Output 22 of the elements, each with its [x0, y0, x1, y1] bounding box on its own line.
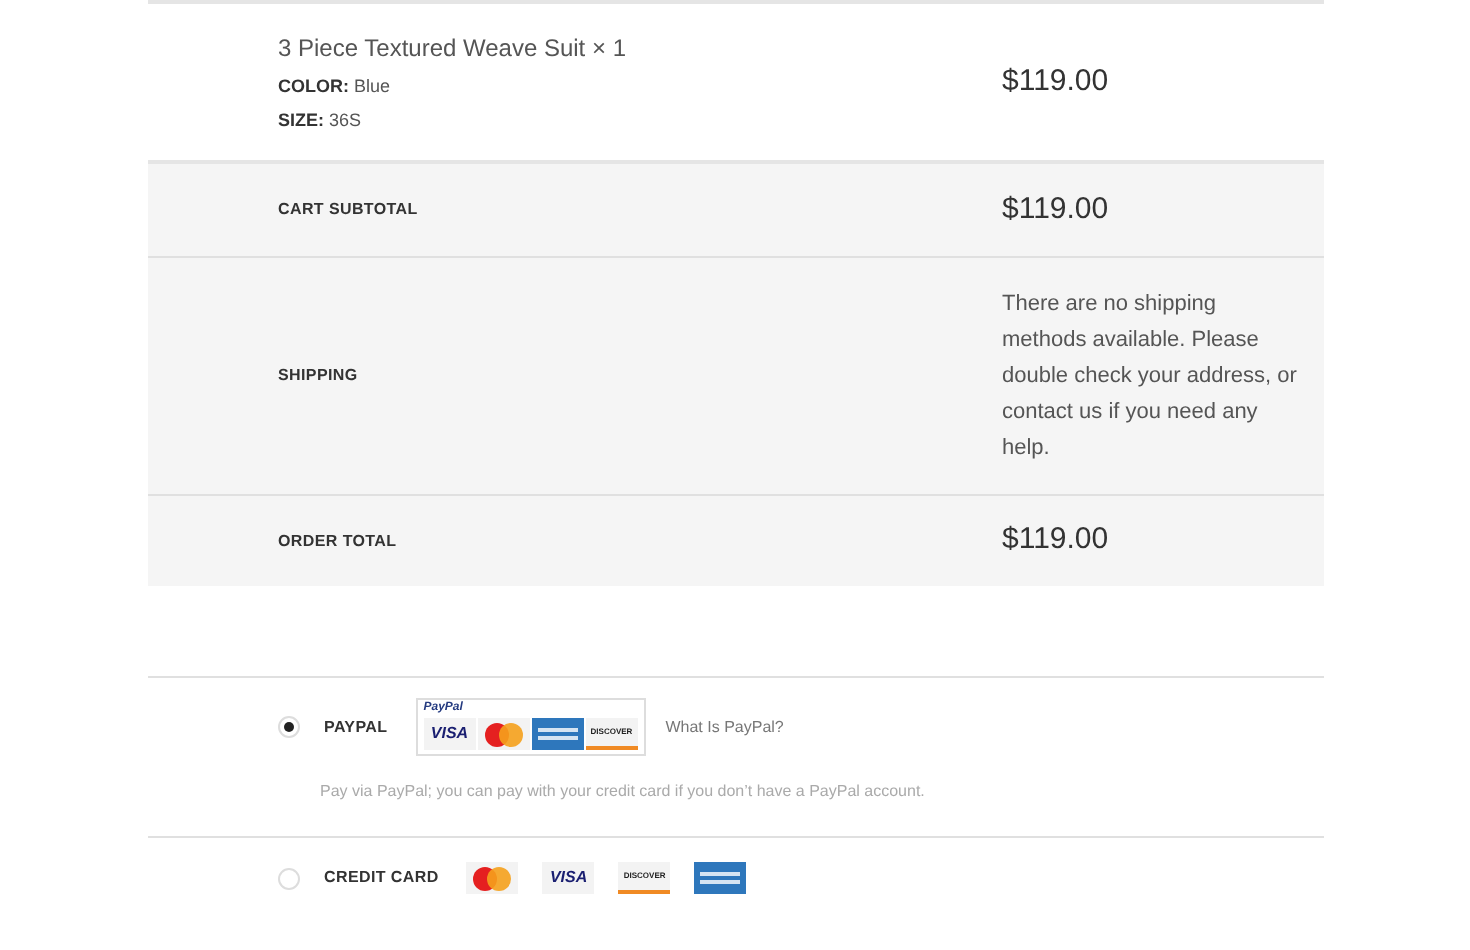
- totals-label: ORDER TOTAL: [276, 529, 399, 553]
- product-attribute: COLOR: Blue: [278, 73, 393, 99]
- payment-description: Pay via PayPal; you can pay with your credit card if you don’t have a PayPal account.: [320, 780, 927, 804]
- radio-button[interactable]: [278, 716, 300, 738]
- totals-label: CART SUBTOTAL: [276, 198, 420, 222]
- mastercard-logo: [477, 718, 530, 750]
- amex-logo: [531, 718, 584, 750]
- visa-logo: VISA: [542, 862, 595, 894]
- mastercard-logo: [466, 862, 519, 894]
- payment-method-label[interactable]: CREDIT CARD: [324, 866, 439, 890]
- totals-amount: $119.00: [1002, 189, 1109, 230]
- amex-logo: [694, 862, 747, 894]
- totals-label: SHIPPING: [276, 364, 360, 388]
- visa-logo: VISA: [423, 718, 476, 750]
- product-attribute: SIZE: 36S: [278, 108, 364, 134]
- totals-amount: $119.00: [1002, 520, 1109, 561]
- shipping-message: There are no shipping methods available. Please double check your address, or contact us if you need any help.: [1002, 290, 1299, 464]
- product-name: 3 Piece Textured Weave Suit × 1: [278, 31, 628, 65]
- payment-method-label[interactable]: PAYPAL: [324, 715, 388, 739]
- what-is-paypal-link[interactable]: What Is PayPal?: [665, 715, 784, 739]
- radio-button[interactable]: [278, 867, 300, 889]
- product-price: $119.00: [1002, 61, 1109, 102]
